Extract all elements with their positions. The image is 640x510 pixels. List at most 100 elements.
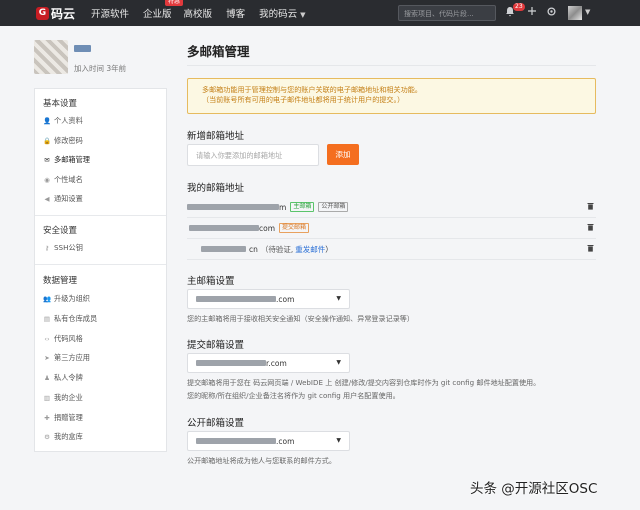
primary-email-settings-label: 主邮箱设置 (187, 276, 235, 287)
enterprise-icon: ▥ (43, 394, 51, 402)
sidebar-item-label: 私人令牌 (54, 373, 83, 382)
nav-university[interactable]: 高校版 (184, 6, 213, 20)
nav-open-source[interactable]: 开源软件 (91, 6, 129, 20)
profile-avatar[interactable] (34, 40, 68, 74)
sidebar-item-label: 我的企业 (54, 393, 83, 402)
caret-down-icon: ▼ (336, 295, 341, 302)
sidebar-item-label: 修改密码 (54, 136, 83, 145)
commit-email-help-2: 您的昵称/所在组织/企业备注名将作为 git config 用户名配置使用。 (187, 391, 400, 400)
notification-count: 23 (513, 3, 525, 11)
email-address-redacted (196, 438, 276, 444)
logo-mark: G (36, 6, 49, 20)
trash-icon[interactable] (587, 202, 594, 212)
speaker-icon: ◀ (44, 195, 50, 203)
sidebar-item-label: 通知设置 (54, 194, 83, 203)
watermark-text: 头条 @开源社区OSC (470, 481, 598, 497)
resend-email-link[interactable]: 重发邮件 (295, 244, 325, 255)
donate-icon: ✚ (44, 414, 50, 422)
nav-enterprise-label: 企业版 (143, 9, 172, 20)
sidebar-section-security: 安全设置 (43, 226, 78, 236)
sidebar-item-upgrade-org[interactable]: 👥 升级为组织 (43, 294, 90, 304)
notice-line-2: （当前账号所有可用的电子邮件地址都将用于统计用户的提交。） (202, 95, 405, 104)
sidebar-item-code-style[interactable]: ‹› 代码风格 (43, 334, 83, 344)
sidebar-item-label: 个性域名 (54, 175, 83, 184)
sidebar-item-label: 个人资料 (54, 116, 83, 125)
sidebar-section-basic: 基本设置 (43, 99, 78, 109)
email-address-redacted (189, 225, 259, 231)
commit-email-select[interactable]: r.com ▼ (187, 353, 350, 373)
sidebar-item-label: 第三方应用 (54, 353, 90, 362)
nav-my-gitee[interactable]: 我的码云 ▼ (259, 6, 305, 20)
public-email-help: 公开邮箱地址将成为他人与您联系的邮件方式。 (187, 456, 336, 465)
user-icon: 👤 (43, 117, 52, 125)
caret-down-icon: ▼ (336, 359, 341, 366)
trash-icon[interactable] (587, 244, 594, 254)
sidebar-item-private-members[interactable]: ▤ 私有仓库成员 (43, 314, 97, 324)
settings-sidebar: 基本设置 👤 个人资料 🔒 修改密码 ✉ 多邮箱管理 ◉ 个性域名 ◀ 通知设置 安全设置… (34, 88, 167, 452)
commit-email-settings-label: 提交邮箱设置 (187, 340, 245, 351)
sidebar-item-tokens[interactable]: ♟ 私人令牌 (43, 373, 83, 383)
gear-icon[interactable] (546, 6, 557, 21)
sidebar-item-label: 升级为组织 (54, 294, 90, 303)
sidebar-divider (35, 215, 166, 216)
sidebar-item-label: 捐赠管理 (54, 413, 83, 422)
logo-text: 码云 (51, 6, 76, 21)
sidebar-item-third-party[interactable]: ➤ 第三方应用 (43, 353, 90, 363)
email-address-redacted (196, 296, 276, 302)
selected-email-suffix: .com (276, 294, 295, 304)
title-divider (187, 65, 596, 66)
my-emails-label: 我的邮箱地址 (187, 183, 245, 194)
sidebar-item-emails[interactable]: ✉ 多邮箱管理 (43, 155, 90, 165)
chevron-down-icon: ▼ (300, 11, 306, 19)
email-address-redacted (187, 204, 279, 210)
public-email-select[interactable]: .com ▼ (187, 431, 350, 451)
logo[interactable]: G 码云 (36, 0, 75, 26)
envelope-icon: ✉ (44, 156, 50, 164)
sidebar-item-label: SSH公钥 (54, 243, 83, 252)
globe-icon: ◉ (44, 176, 50, 184)
search-input[interactable]: 搜索项目、代码片段... (398, 5, 496, 21)
chevron-down-icon[interactable]: ▼ (585, 8, 590, 16)
commit-email-tag: 提交邮箱 (279, 223, 310, 233)
notice-line-1: 多邮箱功能用于管理控制与您的账户关联的电子邮箱地址和相关功能。 (202, 85, 422, 94)
sidebar-item-label: 多邮箱管理 (54, 155, 90, 164)
nav-blog[interactable]: 博客 (226, 6, 245, 20)
sidebar-item-label: 代码风格 (54, 334, 83, 343)
sidebar-item-profile[interactable]: 👤 个人资料 (43, 116, 83, 126)
nav-enterprise[interactable]: 企业版 特惠 (143, 0, 184, 20)
sidebar-section-data: 数据管理 (43, 276, 78, 286)
public-email-settings-label: 公开邮箱设置 (187, 418, 245, 429)
code-icon: ‹› (44, 335, 50, 343)
email-suffix: m (279, 202, 287, 212)
primary-email-select[interactable]: .com ▼ (187, 289, 350, 309)
email-row: com 提交邮箱 (187, 218, 596, 239)
email-suffix: com (259, 223, 276, 233)
book-icon: ▤ (43, 315, 51, 323)
sidebar-item-box[interactable]: ⚙ 我的盒库 (43, 432, 83, 442)
user-avatar[interactable] (568, 6, 582, 20)
new-email-input[interactable]: 请输入你要添加的邮箱地址 (187, 144, 319, 166)
sidebar-item-ssh[interactable]: ⚷ SSH公钥 (43, 243, 83, 253)
sidebar-item-enterprise[interactable]: ▥ 我的企业 (43, 393, 83, 403)
plus-icon[interactable] (527, 6, 537, 20)
pending-verification-text: （待验证, (260, 244, 294, 254)
email-row: cn （待验证, 重发邮件 ） (187, 239, 596, 260)
sidebar-item-notifications[interactable]: ◀ 通知设置 (43, 194, 83, 204)
lock-icon: 🔒 (43, 137, 52, 145)
key-icon: ⚷ (44, 244, 50, 252)
primary-email-tag: 主邮箱 (290, 202, 315, 212)
email-address-redacted (201, 246, 246, 252)
sidebar-item-donation[interactable]: ✚ 捐赠管理 (43, 413, 83, 423)
sidebar-divider (35, 264, 166, 265)
sidebar-item-password[interactable]: 🔒 修改密码 (43, 136, 83, 146)
profile-joined-time: 加入时间 3年前 (74, 64, 127, 73)
add-email-label: 新增邮箱地址 (187, 131, 245, 142)
token-icon: ♟ (44, 374, 50, 382)
commit-email-help-1: 提交邮箱将用于您在 码云网页端 / WebIDE 上 创建/修改/提交内容到仓库… (187, 378, 541, 387)
sidebar-item-domain[interactable]: ◉ 个性域名 (43, 175, 83, 185)
add-email-button[interactable]: 添加 (327, 144, 359, 165)
profile-username[interactable] (74, 45, 91, 52)
email-address-redacted (196, 360, 266, 366)
caret-down-icon: ▼ (336, 437, 341, 444)
trash-icon[interactable] (587, 223, 594, 233)
